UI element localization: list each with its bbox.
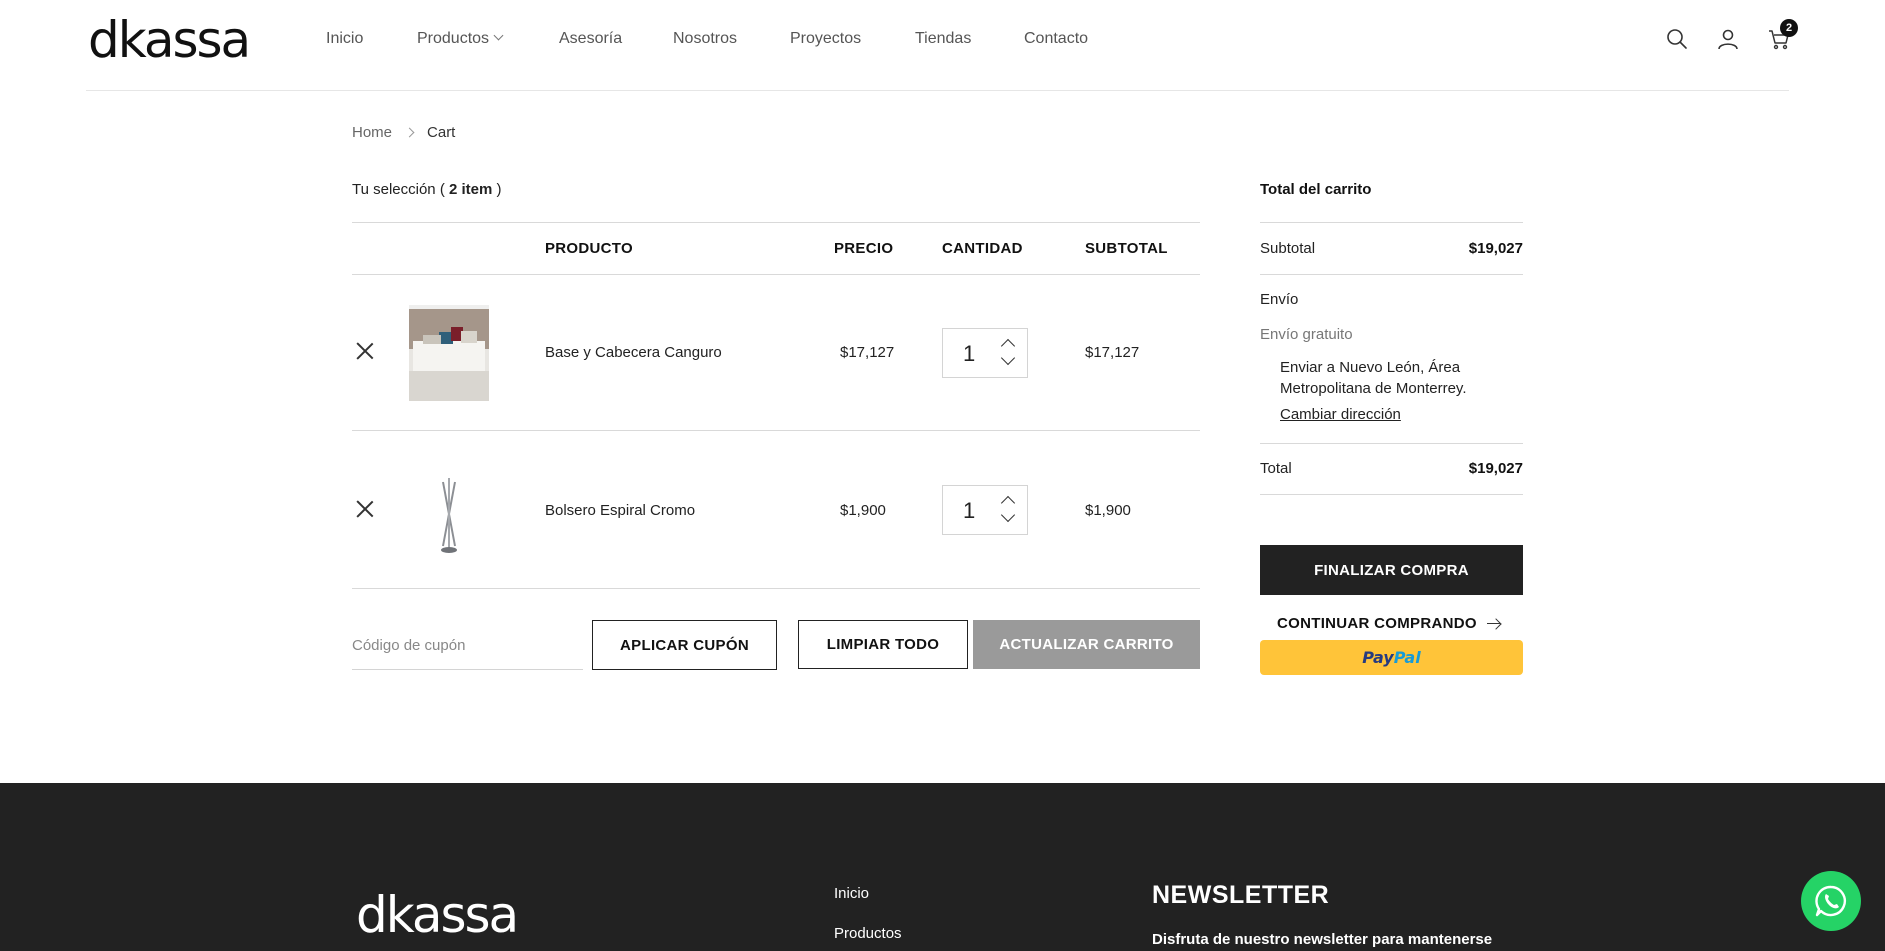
total-value: $19,027 (1468, 460, 1523, 477)
quantity-value[interactable]: 1 (963, 498, 975, 524)
continue-shopping-link[interactable]: CONTINUAR COMPRANDO (1277, 615, 1501, 632)
product-subtotal: $1,900 (1085, 502, 1131, 519)
totals-divider (1260, 222, 1523, 223)
chevron-down-icon[interactable] (1000, 507, 1016, 523)
table-header-divider (352, 274, 1200, 275)
column-header-quantity: CANTIDAD (942, 240, 1023, 257)
quantity-stepper[interactable]: 1 (942, 485, 1028, 535)
product-name[interactable]: Base y Cabecera Canguro (545, 344, 722, 361)
subtotal-label: Subtotal (1260, 240, 1316, 257)
subtotal-value: $19,027 (1468, 240, 1523, 257)
product-subtotal: $17,127 (1085, 344, 1140, 361)
nav-item-productos[interactable]: Productos (417, 30, 504, 48)
coupon-input[interactable] (352, 622, 583, 670)
shipping-method: Envío gratuito (1260, 326, 1353, 343)
site-footer: dkassa Inicio Productos NEWSLETTER Disfr… (0, 783, 1885, 951)
column-header-subtotal: SUBTOTAL (1085, 240, 1168, 257)
chevron-down-icon (493, 30, 504, 41)
nav-item-nosotros[interactable]: Nosotros (673, 30, 737, 48)
paypal-logo-pay: Pay (1362, 648, 1394, 667)
table-bottom-divider (352, 588, 1200, 589)
product-thumbnail-bed[interactable] (409, 305, 489, 401)
product-name[interactable]: Bolsero Espiral Cromo (545, 502, 695, 519)
paypal-button[interactable]: Pay Pal (1260, 640, 1523, 675)
nav-item-productos-label: Productos (417, 30, 490, 47)
totals-divider (1260, 494, 1523, 495)
apply-coupon-button[interactable]: APLICAR CUPÓN (592, 620, 777, 670)
column-header-price: PRECIO (834, 240, 894, 257)
chevron-right-icon (404, 127, 415, 138)
chevron-down-icon[interactable] (1000, 350, 1016, 366)
product-price: $17,127 (840, 344, 895, 361)
search-icon[interactable] (1665, 27, 1689, 51)
nav-item-contacto[interactable]: Contacto (1024, 30, 1088, 48)
quantity-value[interactable]: 1 (963, 341, 975, 367)
selection-prefix: Tu selección ( (352, 181, 445, 198)
breadcrumb: Home Cart (352, 124, 455, 141)
product-thumbnail-coat-rack[interactable] (409, 464, 489, 560)
remove-item-icon[interactable] (356, 500, 374, 518)
shipping-address: Enviar a Nuevo León, Área Metropolitana … (1280, 359, 1467, 397)
column-header-product: PRODUCTO (545, 240, 633, 257)
cart-totals-title: Total del carrito (1260, 181, 1372, 198)
cart-count-badge: 2 (1780, 19, 1798, 37)
total-label: Total (1260, 460, 1292, 477)
nav-item-inicio[interactable]: Inicio (326, 30, 363, 48)
footer-link-productos[interactable]: Productos (834, 925, 902, 942)
product-price: $1,900 (840, 502, 886, 519)
nav-item-proyectos[interactable]: Proyectos (790, 30, 861, 48)
user-icon[interactable] (1716, 27, 1740, 51)
clear-cart-button[interactable]: LIMPIAR TODO (798, 620, 968, 669)
selection-count-value: 2 item (448, 181, 493, 198)
selection-count: Tu selección ( 2 item ) (352, 181, 502, 198)
table-row-divider (352, 430, 1200, 431)
whatsapp-button[interactable] (1801, 871, 1861, 931)
totals-divider (1260, 274, 1523, 275)
update-cart-button[interactable]: ACTUALIZAR CARRITO (973, 620, 1200, 669)
change-address-link[interactable]: Cambiar dirección (1280, 406, 1401, 423)
nav-item-tiendas[interactable]: Tiendas (915, 30, 971, 48)
footer-link-inicio[interactable]: Inicio (834, 885, 869, 902)
checkout-button[interactable]: FINALIZAR COMPRA (1260, 545, 1523, 595)
quantity-stepper[interactable]: 1 (942, 328, 1028, 378)
remove-item-icon[interactable] (356, 342, 374, 360)
continue-shopping-label: CONTINUAR COMPRANDO (1277, 615, 1477, 632)
newsletter-title: NEWSLETTER (1152, 881, 1330, 909)
nav-item-asesoria[interactable]: Asesoría (559, 30, 622, 48)
breadcrumb-current: Cart (427, 124, 456, 141)
selection-suffix: ) (496, 181, 502, 198)
site-header: dkassa Inicio Productos Asesoría Nosotro… (0, 0, 1885, 91)
breadcrumb-home[interactable]: Home (352, 124, 392, 141)
shipping-label: Envío (1260, 291, 1299, 308)
table-top-divider (352, 222, 1200, 223)
newsletter-text: Disfruta de nuestro newsletter para mant… (1152, 931, 1493, 948)
totals-divider (1260, 443, 1523, 444)
brand-logo[interactable]: dkassa (88, 10, 251, 70)
arrow-right-icon (1486, 619, 1501, 629)
whatsapp-icon (1815, 885, 1846, 917)
footer-logo[interactable]: dkassa (356, 885, 519, 945)
paypal-logo-pal: Pal (1393, 648, 1421, 667)
header-divider (86, 90, 1789, 91)
